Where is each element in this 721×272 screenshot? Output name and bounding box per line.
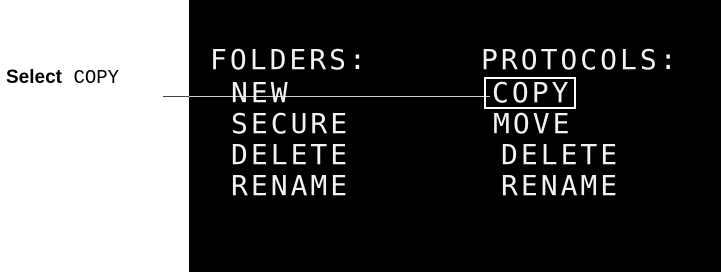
device-screen: FOLDERS: NEW SECURE DELETE RENAME PROTOC… — [189, 0, 721, 272]
callout-target: COPY — [73, 67, 120, 89]
folders-item-secure[interactable]: SECURE — [210, 108, 369, 139]
instruction-callout: Select COPY — [6, 66, 119, 89]
protocols-menu: PROTOCOLS: COPY MOVE DELETE RENAME — [481, 44, 680, 201]
folders-heading: FOLDERS: — [210, 43, 369, 76]
folders-item-rename[interactable]: RENAME — [210, 170, 369, 201]
protocols-item-rename[interactable]: RENAME — [481, 170, 680, 201]
folders-item-new[interactable]: NEW — [210, 77, 369, 108]
protocols-item-move[interactable]: MOVE — [481, 108, 680, 139]
protocols-item-copy-selected[interactable]: COPY — [484, 77, 577, 109]
folders-menu: FOLDERS: NEW SECURE DELETE RENAME — [210, 44, 369, 201]
folders-item-delete[interactable]: DELETE — [210, 139, 369, 170]
protocols-item-delete[interactable]: DELETE — [481, 139, 680, 170]
protocols-heading: PROTOCOLS: — [481, 43, 680, 76]
callout-verb: Select — [6, 67, 62, 88]
